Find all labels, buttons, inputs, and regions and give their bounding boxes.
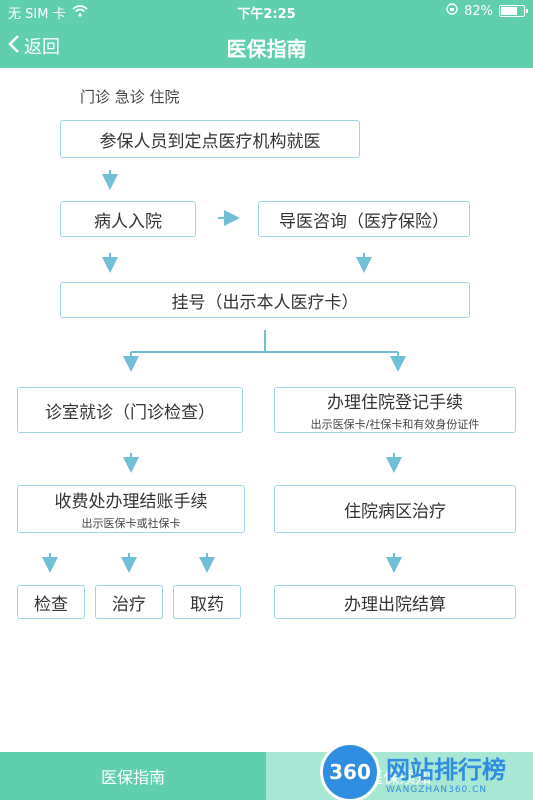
step-inpatient-registration: 办理住院登记手续 出示医保卡/社保卡和有效身份证件: [274, 387, 516, 433]
step-clinic-label: 诊室就诊（门诊检查）: [45, 402, 215, 423]
step-inpatient-reg-label: 办理住院登记手续: [327, 393, 463, 413]
step-clinic: 诊室就诊（门诊检查）: [17, 387, 243, 433]
watermark-url: WANGZHAN360.CN: [386, 784, 488, 795]
step-discharge-label: 办理出院结算: [344, 594, 446, 615]
step-treat: 治疗: [95, 585, 163, 619]
step-billing: 收费处办理结账手续 出示医保卡或社保卡: [17, 485, 245, 533]
step-medicine-label: 取药: [190, 594, 224, 615]
step-insured-label: 参保人员到定点医疗机构就医: [99, 131, 321, 152]
step-admit-label: 病人入院: [94, 211, 162, 232]
step-discharge: 办理出院结算: [274, 585, 516, 619]
step-consult-label: 导医咨询（医疗保险）: [279, 211, 449, 232]
step-admit: 病人入院: [60, 201, 196, 237]
flow-arrows: [42, 170, 406, 573]
watermark-logo: 360: [320, 742, 380, 802]
step-exam-label: 检查: [34, 594, 68, 615]
step-register: 挂号（出示本人医疗卡）: [60, 282, 470, 318]
step-medicine: 取药: [173, 585, 241, 619]
step-register-label: 挂号（出示本人医疗卡）: [171, 292, 359, 313]
step-exam: 检查: [17, 585, 85, 619]
step-insured: 参保人员到定点医疗机构就医: [60, 120, 360, 158]
step-billing-label: 收费处办理结账手续: [54, 492, 208, 512]
step-inpatient-reg-note: 出示医保卡/社保卡和有效身份证件: [310, 418, 480, 431]
watermark: 360 网站排行榜 WANGZHAN360.CN: [320, 742, 506, 802]
step-treat-label: 治疗: [112, 594, 146, 615]
step-consult: 导医咨询（医疗保险）: [258, 201, 470, 237]
tab-guide[interactable]: 医保指南: [0, 752, 266, 800]
step-ward: 住院病区治疗: [274, 485, 516, 533]
watermark-text: 网站排行榜 WANGZHAN360.CN: [386, 750, 506, 795]
step-billing-note: 出示医保卡或社保卡: [81, 517, 181, 530]
watermark-name: 网站排行榜: [386, 755, 506, 784]
step-ward-label: 住院病区治疗: [344, 501, 446, 522]
